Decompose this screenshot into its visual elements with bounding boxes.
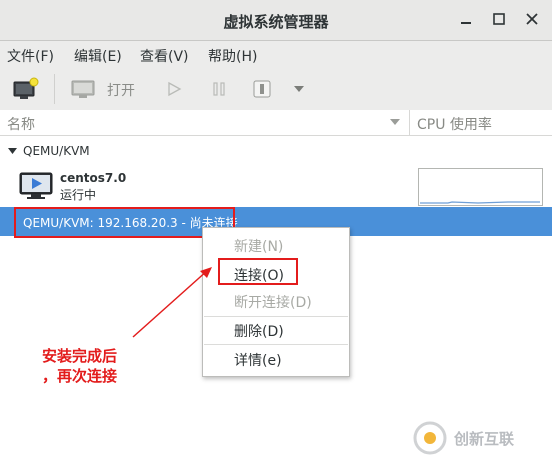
sort-arrow-icon[interactable]	[390, 119, 400, 126]
menu-separator	[204, 344, 348, 345]
new-vm-icon[interactable]	[12, 77, 40, 103]
connection-row[interactable]: QEMU/KVM	[0, 142, 552, 162]
column-divider[interactable]	[409, 110, 410, 135]
annotation-line-2: ，再次连接	[42, 367, 118, 385]
menu-help[interactable]: 帮助(H)	[208, 46, 257, 66]
toolbar: 打开	[0, 68, 552, 111]
open-button[interactable]: 打开	[107, 80, 135, 100]
window-titlebar[interactable]: 虚拟系统管理器	[0, 0, 552, 41]
menubar: 文件(F) 编辑(E) 查看(V) 帮助(H)	[0, 41, 552, 68]
menu-edit[interactable]: 编辑(E)	[74, 46, 122, 66]
menu-item-new[interactable]: 新建(N)	[234, 236, 283, 256]
context-menu: 新建(N) 连接(O) 断开连接(D) 删除(D) 详情(e)	[202, 227, 350, 377]
watermark-text: 创新互联	[454, 430, 515, 448]
cpu-usage-graph	[418, 168, 543, 206]
chevron-down-icon[interactable]	[293, 85, 305, 93]
annotation-arrow	[132, 267, 212, 338]
annotation-line-1: 安装完成后	[42, 347, 118, 365]
close-icon[interactable]	[522, 9, 542, 29]
menu-view[interactable]: 查看(V)	[140, 46, 189, 66]
menu-item-delete[interactable]: 删除(D)	[234, 321, 284, 341]
shutdown-icon[interactable]	[252, 79, 272, 99]
connect-highlight-box	[218, 258, 298, 285]
monitor-icon[interactable]	[70, 79, 96, 101]
pause-icon[interactable]	[211, 81, 227, 97]
menu-item-details[interactable]: 详情(e)	[234, 350, 282, 370]
connection-label: QEMU/KVM	[23, 144, 90, 158]
vm-status: 运行中	[60, 188, 97, 202]
run-icon[interactable]	[166, 81, 182, 97]
menu-file[interactable]: 文件(F)	[7, 46, 54, 66]
column-cpu-header[interactable]: CPU 使用率	[417, 114, 492, 134]
minimize-icon[interactable]	[456, 9, 476, 29]
column-header: 名称 CPU 使用率	[0, 110, 552, 136]
maximize-icon[interactable]	[489, 9, 509, 29]
menu-item-disconnect[interactable]: 断开连接(D)	[234, 292, 312, 312]
vm-name: centos7.0	[60, 171, 127, 185]
vm-row[interactable]: centos7.0 运行中	[0, 165, 552, 206]
column-name-header[interactable]: 名称	[7, 114, 35, 134]
vm-running-icon	[19, 172, 53, 199]
expander-arrow-icon[interactable]	[8, 148, 17, 155]
watermark-logo-icon	[413, 421, 447, 455]
toolbar-separator	[54, 74, 55, 104]
menu-separator	[204, 316, 348, 317]
